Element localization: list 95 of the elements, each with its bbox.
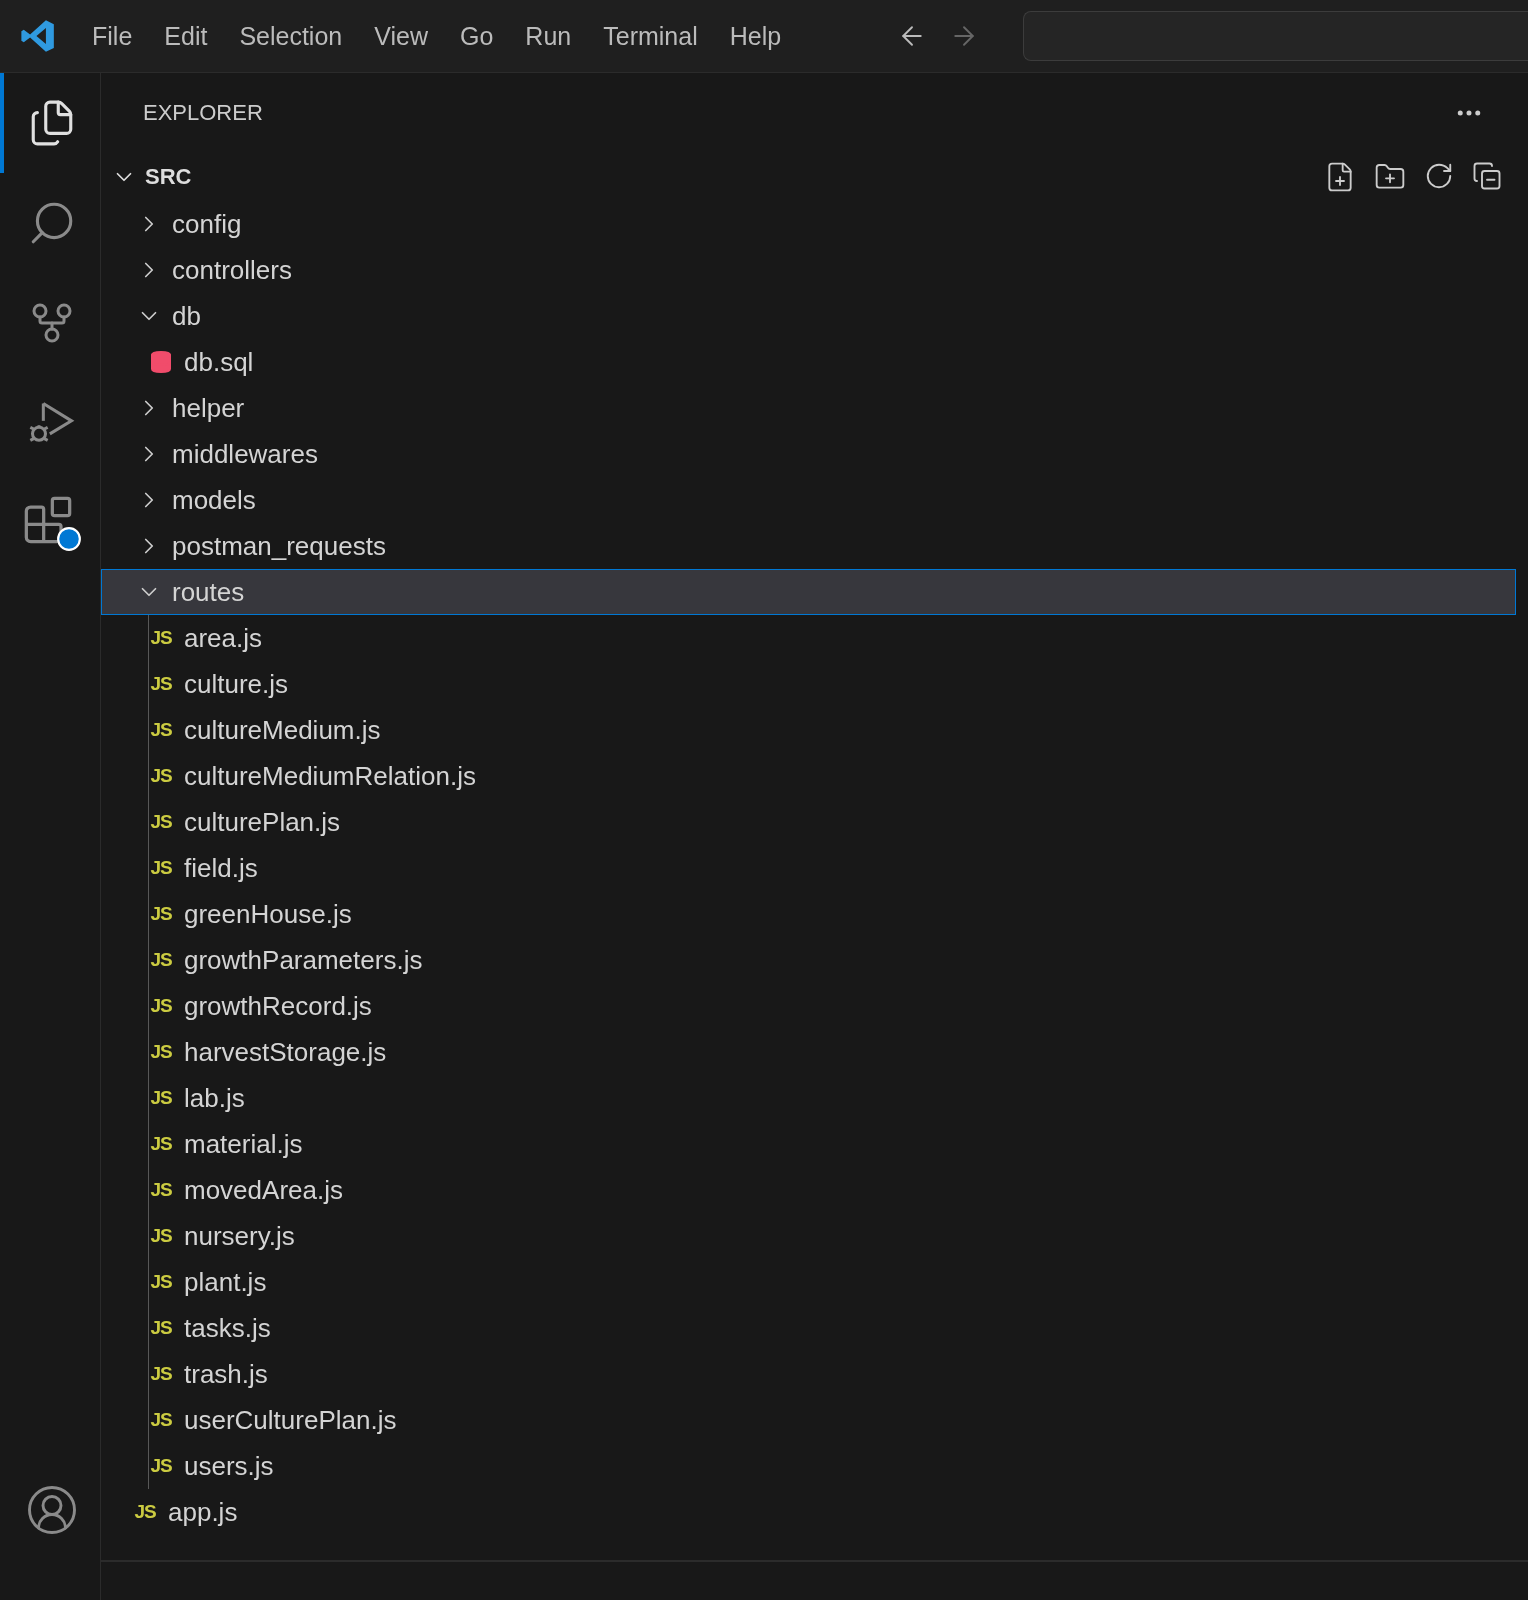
file-name: area.js xyxy=(184,622,263,654)
file-row[interactable]: JS culture.js xyxy=(101,661,1516,707)
file-type-icon: JS xyxy=(150,1225,172,1247)
file-type-icon: JS xyxy=(150,627,172,649)
database-icon xyxy=(149,350,173,374)
folder-name: config xyxy=(172,208,242,240)
file-name: greenHouse.js xyxy=(184,898,352,930)
file-name: cultureMediumRelation.js xyxy=(184,760,476,792)
command-center-field[interactable] xyxy=(1023,11,1528,61)
file-name: users.js xyxy=(184,1450,274,1482)
folder-row[interactable]: config xyxy=(101,201,1516,247)
file-name: culturePlan.js xyxy=(184,806,341,838)
file-type-icon: JS xyxy=(150,1041,172,1063)
file-row[interactable]: JS movedArea.js xyxy=(101,1167,1516,1213)
file-type-icon: JS xyxy=(150,949,172,971)
file-type-icon: JS xyxy=(150,1409,172,1431)
file-type-icon: JS xyxy=(150,811,172,833)
file-name: harvestStorage.js xyxy=(184,1036,387,1068)
folder-row[interactable]: models xyxy=(101,477,1516,523)
file-name: userCulturePlan.js xyxy=(184,1404,397,1436)
file-type-icon: JS xyxy=(150,1271,172,1293)
file-type-icon: JS xyxy=(150,995,172,1017)
menu-item[interactable]: Terminal xyxy=(587,21,714,51)
menu-item[interactable]: Go xyxy=(444,21,510,51)
file-type-icon: JS xyxy=(150,765,172,787)
folder-row[interactable]: db xyxy=(101,293,1516,339)
file-type-icon: JS xyxy=(150,903,172,925)
file-row[interactable]: JS culturePlan.js xyxy=(101,799,1516,845)
file-row[interactable]: JS cultureMediumRelation.js xyxy=(101,753,1516,799)
folder-name: middlewares xyxy=(172,438,318,470)
folder-row[interactable]: routes xyxy=(101,569,1516,615)
menu-item[interactable]: Run xyxy=(509,21,588,51)
file-name: tasks.js xyxy=(184,1312,271,1344)
file-row[interactable]: JS greenHouse.js xyxy=(101,891,1516,937)
file-row[interactable]: JS nursery.js xyxy=(101,1213,1516,1259)
root-folder[interactable]: SRC xyxy=(111,164,192,190)
file-row[interactable]: JS harvestStorage.js xyxy=(101,1029,1516,1075)
app-logo-icon xyxy=(19,17,57,55)
file-row[interactable]: JS growthRecord.js xyxy=(101,983,1516,1029)
file-name: material.js xyxy=(184,1128,303,1160)
account-icon[interactable] xyxy=(25,1483,79,1537)
file-name: growthParameters.js xyxy=(184,944,423,976)
file-row[interactable]: JS material.js xyxy=(101,1121,1516,1167)
file-name: lab.js xyxy=(184,1082,245,1114)
folder-name: postman_requests xyxy=(172,530,386,562)
file-name: movedArea.js xyxy=(184,1174,343,1206)
file-row[interactable]: JS plant.js xyxy=(101,1259,1516,1305)
file-type-icon: JS xyxy=(150,1455,172,1477)
file-type-icon: JS xyxy=(150,673,172,695)
menu-item[interactable]: File xyxy=(76,21,149,51)
file-row[interactable]: JS users.js xyxy=(101,1443,1516,1489)
file-row[interactable]: JS field.js xyxy=(101,845,1516,891)
folder-name: routes xyxy=(172,576,245,608)
refresh-icon[interactable] xyxy=(1424,161,1454,191)
folder-row[interactable]: middlewares xyxy=(101,431,1516,477)
file-row[interactable]: JS cultureMedium.js xyxy=(101,707,1516,753)
file-row[interactable]: JS growthParameters.js xyxy=(101,937,1516,983)
file-type-icon: JS xyxy=(150,1363,172,1385)
menu-item[interactable]: Selection xyxy=(223,21,359,51)
file-type-icon: JS xyxy=(150,1087,172,1109)
file-name: culture.js xyxy=(184,668,289,700)
file-name: plant.js xyxy=(184,1266,267,1298)
explorer-title: EXPLORER xyxy=(143,100,263,126)
menu-item[interactable]: Help xyxy=(713,21,798,51)
file-name: cultureMedium.js xyxy=(184,714,381,746)
file-type-icon: JS xyxy=(134,1501,156,1523)
folder-name: db xyxy=(172,300,201,332)
file-name: trash.js xyxy=(184,1358,268,1390)
file-row[interactable]: JS area.js xyxy=(101,615,1516,661)
file-row[interactable]: JS app.js xyxy=(101,1489,1516,1535)
file-type-icon: JS xyxy=(150,857,172,879)
folder-row[interactable]: helper xyxy=(101,385,1516,431)
file-type-icon: JS xyxy=(150,719,172,741)
folder-name: models xyxy=(172,484,256,516)
file-name: growthRecord.js xyxy=(184,990,372,1022)
file-name: field.js xyxy=(184,852,258,884)
file-name: nursery.js xyxy=(184,1220,295,1252)
folder-row[interactable]: controllers xyxy=(101,247,1516,293)
folder-row[interactable]: postman_requests xyxy=(101,523,1516,569)
file-row[interactable]: JS trash.js xyxy=(101,1351,1516,1397)
menu-item[interactable]: Edit xyxy=(148,21,224,51)
folder-name: helper xyxy=(172,392,245,424)
file-row[interactable]: JS tasks.js xyxy=(101,1305,1516,1351)
file-name: db.sql xyxy=(184,346,254,378)
file-type-icon: JS xyxy=(150,1179,172,1201)
folder-name: controllers xyxy=(172,254,292,286)
file-type-icon: JS xyxy=(150,1317,172,1339)
file-row[interactable]: JS lab.js xyxy=(101,1075,1516,1121)
menu-item[interactable]: View xyxy=(358,21,444,51)
file-row[interactable]: JS userCulturePlan.js xyxy=(101,1397,1516,1443)
file-name: app.js xyxy=(168,1496,238,1528)
extensions-icon[interactable] xyxy=(22,494,82,552)
collapse-all-icon[interactable] xyxy=(1472,161,1502,191)
file-row[interactable]: db.sql xyxy=(101,339,1516,385)
file-type-icon: JS xyxy=(150,1133,172,1155)
